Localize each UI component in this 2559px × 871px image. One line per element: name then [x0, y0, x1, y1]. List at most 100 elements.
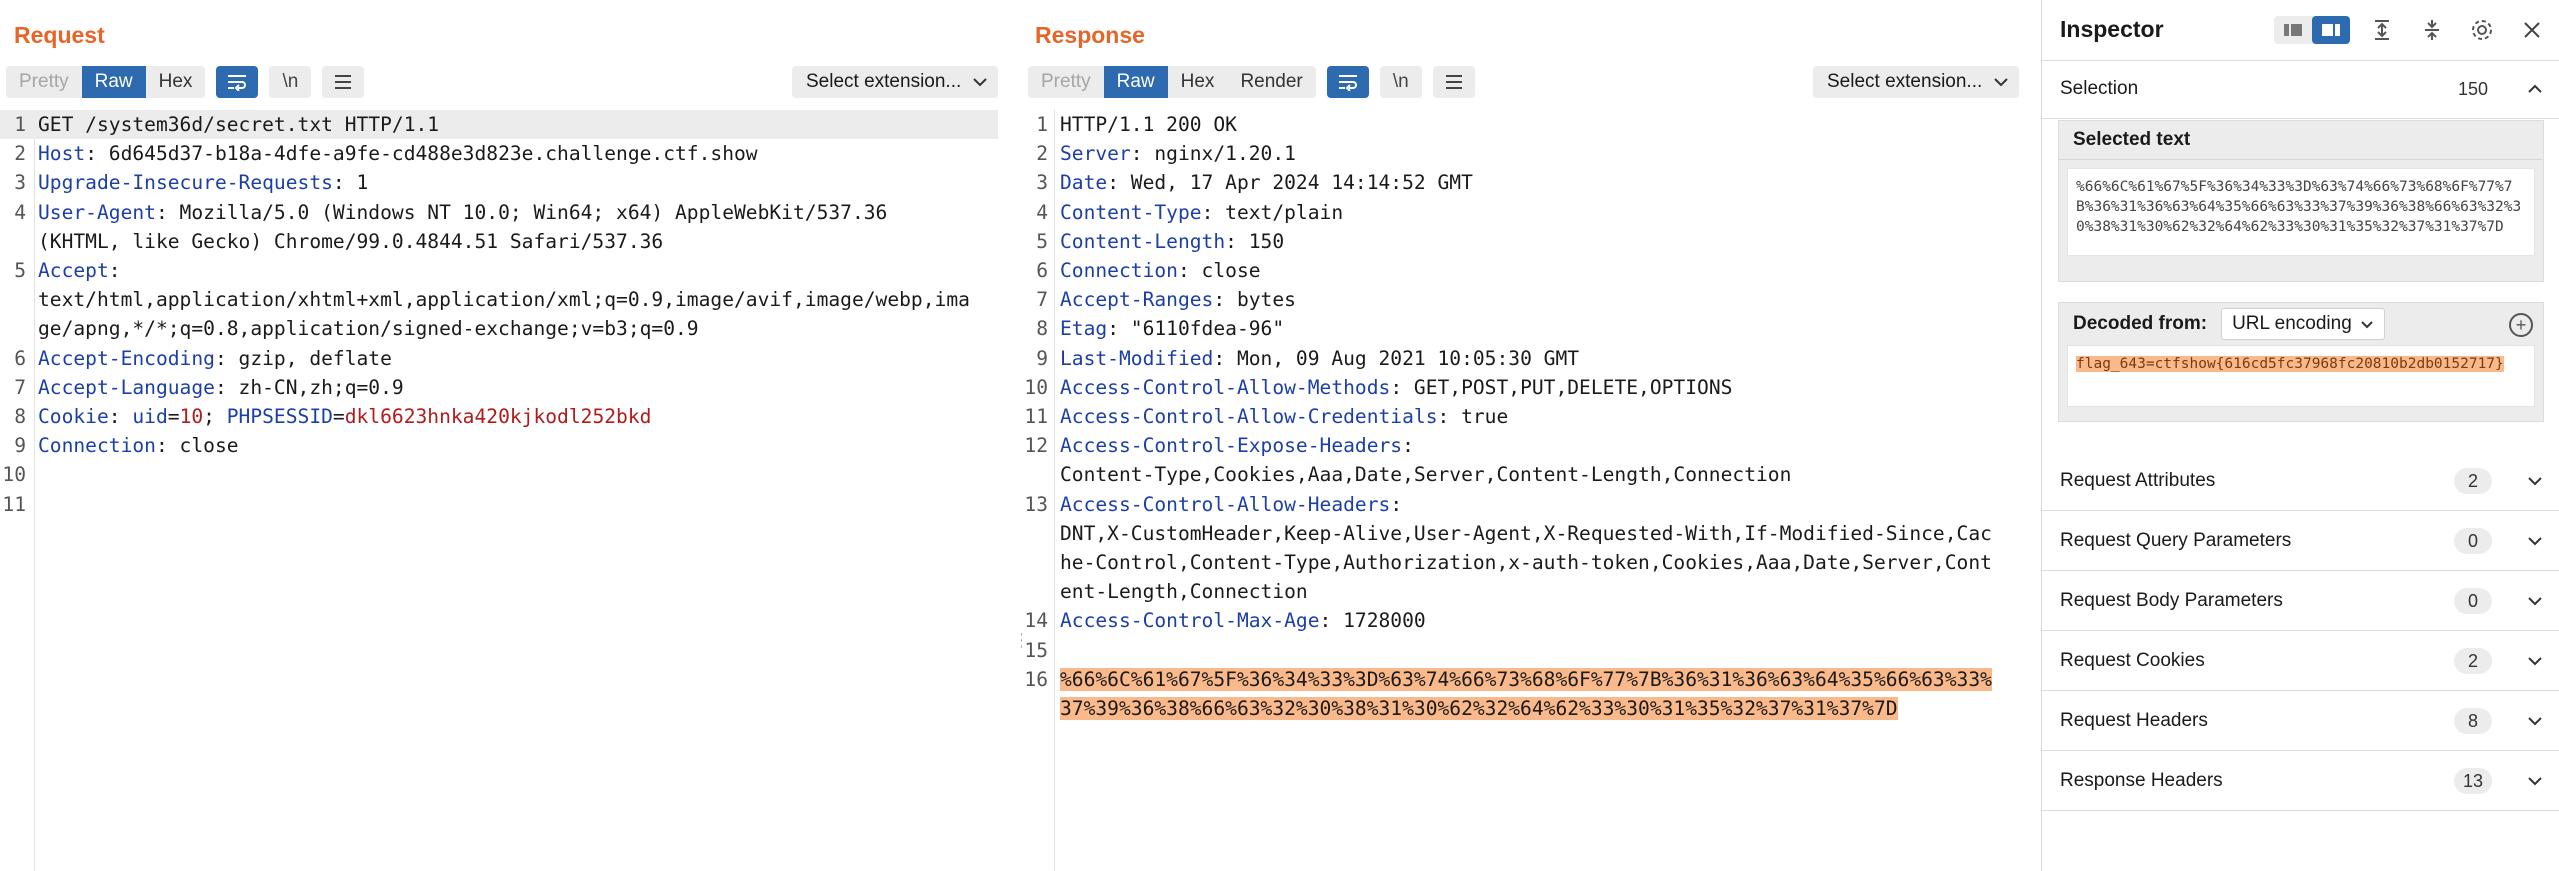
header-value: : GET,POST,PUT,DELETE,OPTIONS: [1390, 375, 1733, 399]
section-request-body-parameters[interactable]: Request Body Parameters 0: [2042, 572, 2559, 631]
header-name: Server: [1060, 142, 1131, 166]
line-text: Accept-Language: zh-CN,zh;q=0.9: [38, 373, 404, 402]
line-text: Access-Control-Allow-Credentials: true: [1060, 402, 1508, 431]
response-editor[interactable]: 1 HTTP/1.1 200 OK 2 Server: nginx/1.20.1 3 Da…: [1022, 110, 2040, 871]
line-number: [1022, 548, 1048, 577]
section-request-headers[interactable]: Request Headers 8: [2042, 692, 2559, 751]
response-title: Response: [1035, 22, 1145, 48]
line-number: 6: [1036, 259, 1048, 282]
selected-text-label: Selected text: [2059, 121, 2543, 160]
add-decoding-button[interactable]: +: [2509, 313, 2533, 337]
decoded-text-box[interactable]: flag_643=ctfshow{616cd5fc37968fc20810b2d…: [2067, 345, 2535, 407]
line-number: 8: [14, 405, 26, 428]
line-number: 4: [14, 200, 26, 224]
header-name: Content-Length: [1060, 229, 1226, 253]
tab-raw[interactable]: Raw: [81, 66, 146, 98]
menu-button[interactable]: [1432, 66, 1475, 98]
line-number: 11: [2, 492, 26, 516]
line-text: ent-Length,Connection: [1060, 577, 1308, 606]
tab-hex[interactable]: Hex: [1168, 66, 1228, 98]
show-newlines-button[interactable]: \n: [1379, 66, 1422, 98]
selection-section-header[interactable]: Selection 150: [2042, 60, 2559, 119]
header-value: : true: [1437, 405, 1509, 428]
code-line: 3 Date: Wed, 17 Apr 2024 14:14:52 GMT: [1022, 168, 2026, 197]
header-value: : close: [1177, 259, 1261, 282]
section-count: 0: [2454, 588, 2492, 614]
code-line: 6 Accept-Encoding: gzip, deflate: [0, 344, 998, 373]
cookie-value: 10: [179, 405, 204, 428]
line-text: Access-Control-Allow-Methods: GET,POST,P…: [1060, 373, 1732, 402]
line-number: 6: [14, 346, 26, 370]
section-request-cookies[interactable]: Request Cookies 2: [2042, 632, 2559, 691]
encoding-select[interactable]: URL encoding: [2221, 308, 2385, 340]
header-name: Etag: [1060, 317, 1108, 341]
header-value: DNT,X-CustomHeader,Keep-Alive,User-Agent…: [1060, 521, 1992, 545]
header-name: Upgrade-Insecure-Requests: [38, 171, 333, 195]
code-line: 3 Upgrade-Insecure-Requests: 1: [0, 168, 998, 197]
line-text: Last-Modified: Mon, 09 Aug 2021 10:05:30…: [1060, 344, 1579, 373]
header-value: ent-Length,Connection: [1060, 580, 1308, 604]
selected-body-text: 37%39%36%38%66%63%32%30%38%31%30%62%32%6…: [1060, 697, 1898, 720]
header-name: Access-Control-Allow-Methods: [1060, 375, 1391, 399]
header-name: User-Agent: [38, 200, 156, 224]
section-request-query-parameters[interactable]: Request Query Parameters 0: [2042, 512, 2559, 571]
inspector-panel: Inspector Selection 150 Selected text %6…: [2041, 0, 2559, 871]
chevron-down-icon: [2522, 708, 2548, 734]
layout-list-button[interactable]: [2274, 16, 2312, 44]
header-value: : gzip, deflate: [214, 346, 392, 370]
response-select-extension[interactable]: Select extension...: [1813, 66, 2019, 98]
header-name: Accept-Encoding: [38, 346, 215, 370]
line-number: 1: [1036, 113, 1048, 136]
response-panel: Response Pretty Raw Hex Render \n Select…: [1022, 0, 2040, 871]
line-text: Accept-Ranges: bytes: [1060, 285, 1296, 314]
inspector-header: Inspector: [2042, 0, 2559, 61]
wrap-lines-button[interactable]: [1326, 66, 1369, 98]
response-view-tabs: Pretty Raw Hex Render: [1028, 66, 1316, 98]
request-select-extension[interactable]: Select extension...: [792, 66, 998, 98]
line-text: (KHTML, like Gecko) Chrome/99.0.4844.51 …: [38, 227, 663, 256]
header-name: Access-Control-Allow-Headers: [1060, 492, 1391, 516]
header-name: Connection: [38, 434, 156, 458]
tab-raw[interactable]: Raw: [1103, 66, 1168, 98]
header-value: : 1: [332, 171, 369, 195]
chevron-down-icon: [2522, 468, 2548, 494]
code-line: 11: [0, 490, 998, 519]
layout-panel-button[interactable]: [2312, 16, 2350, 44]
code-line: 2 Server: nginx/1.20.1: [1022, 139, 2026, 168]
decoded-text-value: flag_643=ctfshow{616cd5fc37968fc20810b2d…: [2076, 356, 2504, 372]
section-count: 8: [2454, 708, 2492, 734]
section-response-headers[interactable]: Response Headers 13: [2042, 752, 2559, 811]
code-line: Content-Type,Cookies,Aaa,Date,Server,Con…: [1022, 460, 2026, 489]
code-line: 2 Host: 6d645d37-b18a-4dfe-a9fe-cd488e3d8…: [0, 139, 998, 168]
section-request-attributes[interactable]: Request Attributes 2: [2042, 452, 2559, 511]
tab-render[interactable]: Render: [1227, 66, 1315, 98]
selected-text-value[interactable]: %66%6C%61%67%5F%36%34%33%3D%63%74%66%73%…: [2067, 168, 2535, 256]
show-newlines-button[interactable]: \n: [269, 66, 312, 98]
header-name: Access-Control-Expose-Headers: [1060, 434, 1403, 458]
request-view-tabs: Pretty Raw Hex: [6, 66, 206, 98]
section-label: Request Query Parameters: [2060, 530, 2292, 551]
header-value: : Mozilla/5.0 (Windows NT 10.0; Win64; x…: [155, 200, 888, 224]
tab-pretty[interactable]: Pretty: [6, 66, 82, 98]
decoded-box: Decoded from: URL encoding + flag_643=ct…: [2058, 302, 2544, 422]
expand-all-button[interactable]: [2364, 14, 2400, 46]
code-line: text/html,application/xhtml+xml,applicat…: [0, 285, 998, 314]
inspector-layout-toggle: [2274, 16, 2350, 44]
collapse-all-button[interactable]: [2414, 14, 2450, 46]
wrap-lines-button[interactable]: [216, 66, 259, 98]
header-value: :: [1402, 434, 1414, 458]
code-line: 4 Content-Type: text/plain: [1022, 198, 2026, 227]
selected-text-box: Selected text %66%6C%61%67%5F%36%34%33%3…: [2058, 120, 2544, 282]
code-line: 10: [0, 460, 998, 489]
code-line: ent-Length,Connection: [1022, 577, 2026, 606]
section-count: 0: [2454, 528, 2492, 554]
close-button[interactable]: [2514, 14, 2550, 46]
line-number: 2: [14, 142, 26, 166]
line-text: text/html,application/xhtml+xml,applicat…: [38, 285, 970, 314]
menu-button[interactable]: [322, 66, 365, 98]
tab-hex[interactable]: Hex: [146, 66, 206, 98]
settings-button[interactable]: [2464, 14, 2500, 46]
code-line: 8 Etag: "6110fdea-96": [1022, 314, 2026, 343]
request-editor[interactable]: 1 GET /system36d/secret.txt HTTP/1.1 2 Host…: [0, 110, 1012, 871]
tab-pretty[interactable]: Pretty: [1028, 66, 1104, 98]
